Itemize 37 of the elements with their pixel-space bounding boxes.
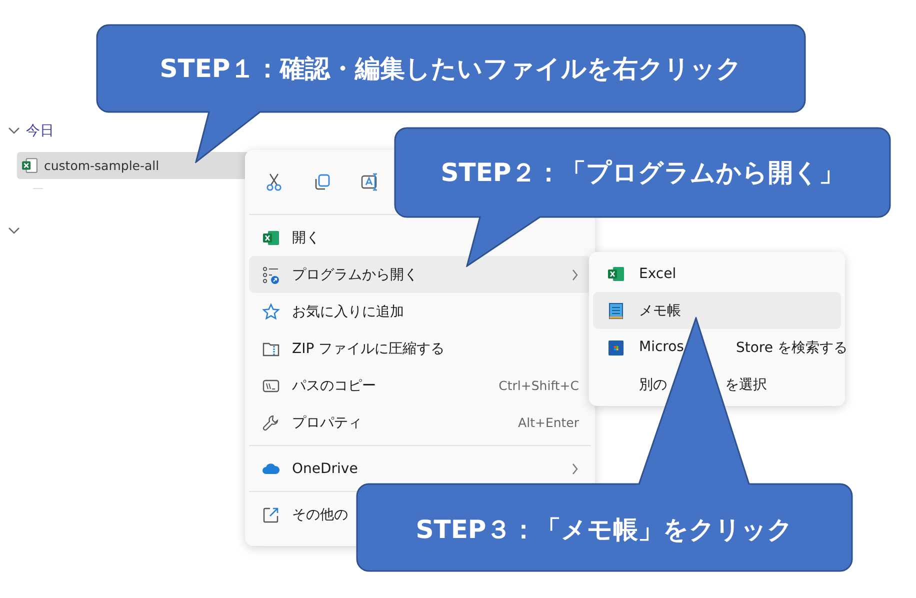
shortcut-text: Alt+Enter	[518, 415, 579, 430]
store-icon	[607, 338, 625, 356]
share-icon	[262, 506, 280, 524]
spreadsheet-icon	[21, 157, 38, 174]
menu-item[interactable]: OneDrive	[249, 450, 591, 487]
callout-text: STEP３：「メモ帳」をクリック	[414, 514, 794, 546]
group-label: 今日	[26, 122, 54, 140]
chevron-down-icon[interactable]	[8, 127, 20, 135]
app-list-icon	[262, 266, 280, 284]
submenu-text: 別の	[639, 376, 667, 394]
shortcut-text: Ctrl+Shift+C	[498, 378, 579, 393]
submenu-item[interactable]: メモ帳	[593, 292, 841, 329]
file-row[interactable]: custom-sample-all	[17, 152, 250, 179]
rename-icon[interactable]	[360, 172, 380, 192]
callout-text: STEP１：確認・編集したいファイルを右クリック	[158, 53, 744, 85]
callout-text: STEP２：「プログラムから開く」	[440, 157, 846, 189]
submenu-text: メモ帳	[639, 302, 681, 320]
star-icon	[262, 302, 280, 320]
menu-item[interactable]: お気に入りに追加	[249, 293, 591, 330]
wrench-icon	[262, 414, 280, 432]
submenu-item[interactable]: 別の を選択	[593, 366, 841, 403]
chevron-down-icon[interactable]	[8, 227, 20, 235]
spreadsheet-icon	[607, 264, 625, 282]
menu-item[interactable]: その他の	[249, 496, 355, 533]
menu-item[interactable]: プロパティ Alt+Enter	[249, 404, 591, 441]
menu-item[interactable]: 開く	[249, 219, 591, 256]
menu-item[interactable]: プログラムから開く	[249, 256, 591, 293]
menu-item[interactable]: パスのコピー Ctrl+Shift+C	[249, 367, 591, 404]
submenu-item[interactable]: Excel	[593, 255, 841, 292]
submenu-text: Micros	[639, 338, 684, 356]
spreadsheet-icon	[262, 228, 280, 246]
submenu-text: Store を検索する	[736, 338, 848, 356]
submenu-text: Excel	[639, 266, 676, 282]
submenu-text: を選択	[725, 376, 767, 394]
menu-item[interactable]: ZIP ファイルに圧縮する	[249, 330, 591, 367]
cut-icon[interactable]	[264, 172, 284, 192]
notepad-icon	[607, 302, 625, 320]
